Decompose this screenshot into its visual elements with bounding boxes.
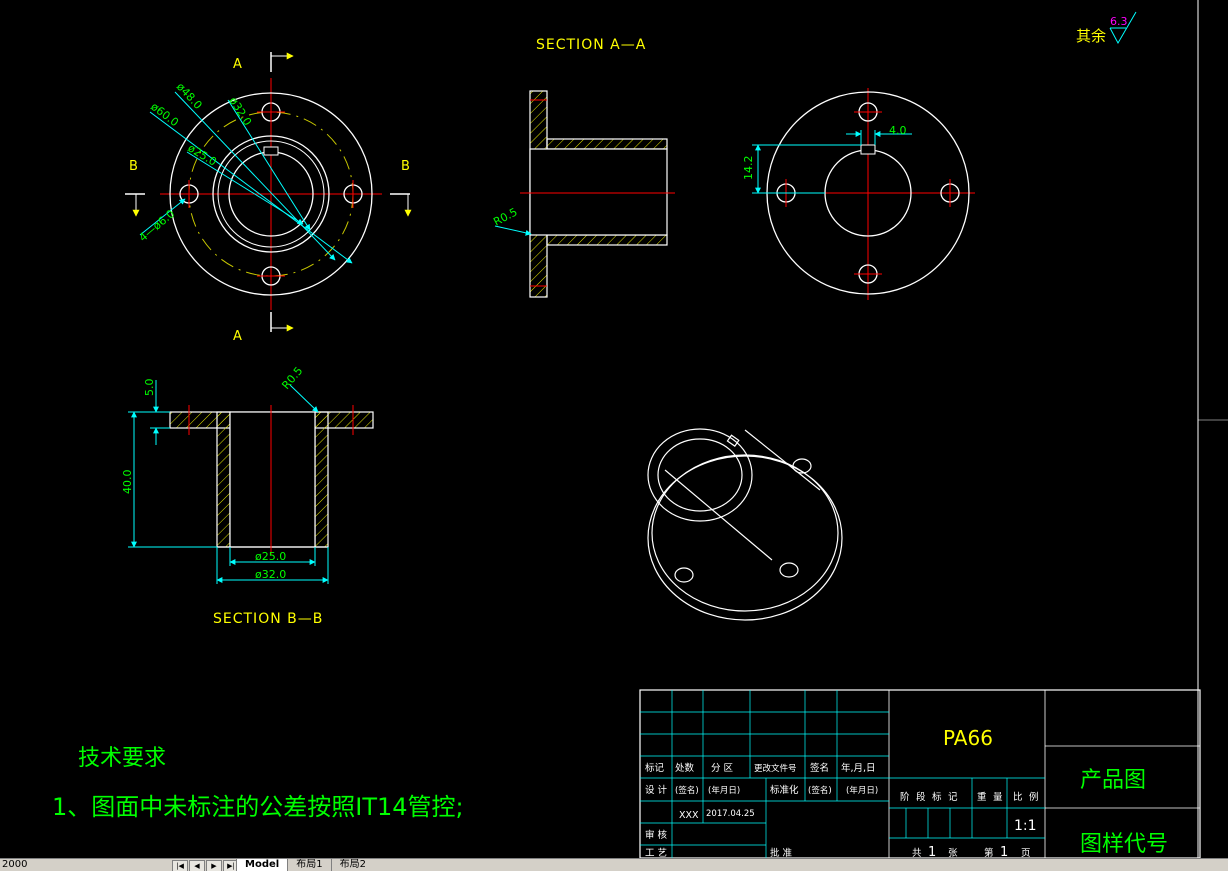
tb-r1-c3: 分 区: [711, 763, 734, 774]
tb-stage-6: 量: [993, 792, 1003, 803]
tab-nav-buttons: |◀ ◀ ▶ ▶|: [172, 860, 240, 871]
dim-outer: ø32.0: [255, 568, 286, 581]
coordinate-readout: 2000: [2, 859, 28, 870]
tb-sheet-4: 第: [984, 847, 994, 858]
tb-r2-c1: 设 计: [645, 784, 668, 796]
tb-r2-c4: 标准化: [770, 784, 799, 796]
marker-a-top: A: [233, 57, 242, 72]
tb-r1-c2: 处数: [675, 762, 695, 774]
notes-title: 技术要求: [78, 746, 166, 771]
tb-review: 审 核: [645, 829, 668, 841]
isometric-view[interactable]: [647, 428, 843, 621]
dim-holes: 4—ø6.0: [137, 207, 178, 244]
tb-drawing-no: 图样代号: [1080, 832, 1168, 857]
tb-designer: XXX: [679, 810, 699, 821]
section-b-title: SECTION B—B: [213, 611, 323, 627]
dim-key-height: 14.2: [742, 156, 755, 181]
tb-sheet-5: 1: [1000, 845, 1008, 858]
roughness-label: 其余: [1076, 27, 1106, 45]
tb-r2-c3: (年月日): [708, 785, 740, 796]
section-a-view[interactable]: SECTION A—A R0.5: [491, 37, 675, 298]
tb-stage-3: 标: [932, 791, 942, 803]
section-a-title: SECTION A—A: [536, 37, 646, 53]
tb-r2-c2: (签名): [675, 785, 699, 796]
dim-height: 40.0: [121, 470, 134, 495]
dim-r05-a: R0.5: [491, 205, 519, 228]
roughness-value: 6.3: [1110, 15, 1128, 28]
layout-tab-bar: 2000 |◀ ◀ ▶ ▶| Model 布局1 布局2: [0, 858, 1228, 871]
tb-sheet-6: 页: [1021, 848, 1031, 858]
front-view[interactable]: A A B B ø48.0 ø60.0 ø32.0 ø25.0 4—ø6.0: [125, 52, 412, 344]
tb-r1-c4: 更改文件号: [754, 763, 797, 774]
roughness-symbol: 其余 6.3: [1076, 11, 1137, 45]
dim-d25: ø25.0: [185, 141, 218, 168]
tb-stage-7: 比: [1013, 791, 1023, 803]
tb-r1-c6: 年,月,日: [841, 762, 876, 774]
drawing-frame: [1197, 0, 1228, 858]
marker-b-right: B: [401, 159, 410, 174]
tb-sheet-3: 张: [948, 848, 958, 858]
tb-r2-c6: (年月日): [846, 785, 878, 796]
tb-stage-2: 段: [916, 791, 926, 803]
dim-inner: ø25.0: [255, 550, 286, 563]
dim-flange: 5.0: [143, 379, 156, 397]
tb-approve: 批 准: [770, 847, 793, 858]
tb-stage-1: 阶: [900, 791, 910, 803]
dim-r05-b: R0.5: [279, 364, 305, 392]
dim-key-width: 4.0: [889, 124, 907, 137]
tb-material: PA66: [943, 726, 993, 750]
tb-process: 工 艺: [645, 848, 667, 858]
tb-date: 2017.04.25: [706, 809, 755, 819]
marker-a-bottom: A: [233, 329, 242, 344]
title-block[interactable]: PA66 产品图 图样代号 1:1 标记 处数 分 区 更改文件号 签名 年,月…: [639, 689, 1201, 858]
section-b-view[interactable]: 5.0 40.0 R0.5 ø25.0 ø32.0 SECTION B—B: [121, 364, 374, 627]
tb-sheet-2: 1: [928, 845, 936, 858]
tb-stage-5: 重: [977, 791, 987, 803]
tb-scale: 1:1: [1014, 818, 1037, 834]
layout-tabs: Model 布局1 布局2: [236, 859, 374, 871]
tb-stage-4: 记: [948, 791, 958, 803]
first-tab-icon[interactable]: |◀: [172, 860, 188, 871]
technical-notes: 技术要求 1、图面中未标注的公差按照IT14管控;: [52, 746, 464, 821]
drawing-canvas[interactable]: 其余 6.3 A A B B ø48.0 ø60.0 ø32.0 ø25.0 4…: [0, 0, 1228, 858]
tb-product: 产品图: [1080, 768, 1146, 793]
tb-r2-c5: (签名): [808, 785, 832, 796]
tab-model[interactable]: Model: [236, 859, 288, 871]
tb-r1-c5: 签名: [810, 762, 829, 774]
next-tab-icon[interactable]: ▶: [206, 860, 222, 871]
tab-layout-2[interactable]: 布局2: [330, 859, 374, 871]
notes-line1: 1、图面中未标注的公差按照IT14管控;: [52, 793, 464, 821]
marker-b-left: B: [129, 159, 138, 174]
tab-layout-1[interactable]: 布局1: [287, 859, 330, 871]
tb-r1-c1: 标记: [645, 762, 665, 774]
right-view[interactable]: 4.0 14.2: [742, 88, 975, 300]
tb-sheet-1: 共: [912, 848, 922, 858]
prev-tab-icon[interactable]: ◀: [189, 860, 205, 871]
tb-stage-8: 例: [1029, 791, 1039, 803]
